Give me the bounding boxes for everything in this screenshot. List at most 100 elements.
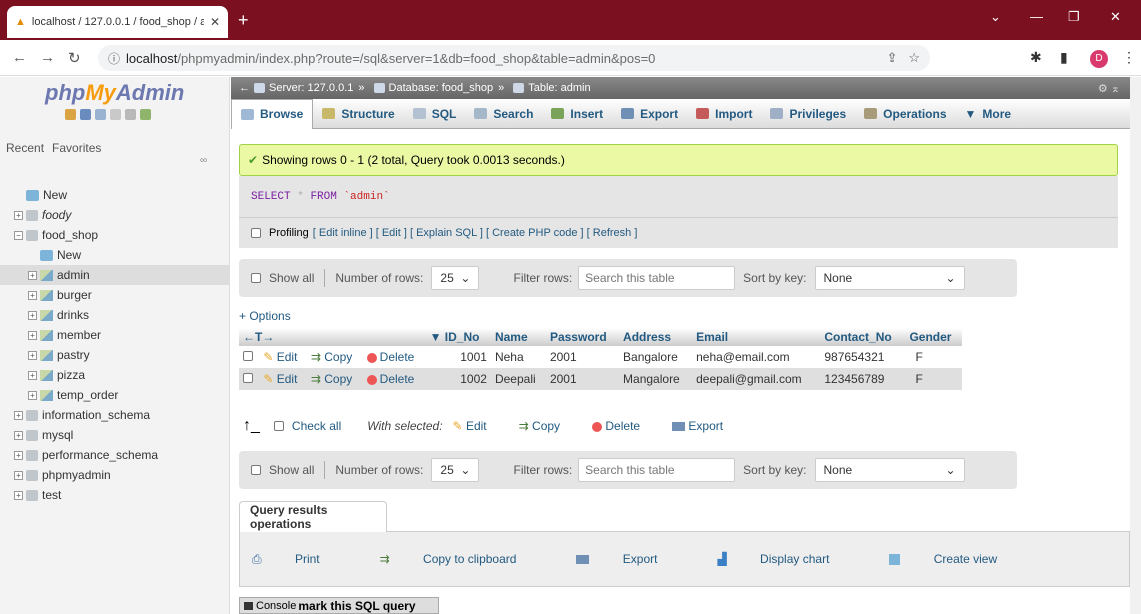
close-window-icon[interactable]: ✕ <box>1110 9 1121 25</box>
recent-tab[interactable]: Recent <box>6 141 44 155</box>
sort-select[interactable]: None ⌄ <box>814 266 965 290</box>
delete-link[interactable]: Delete <box>362 346 426 368</box>
header-name[interactable]: Name <box>490 328 546 346</box>
delete-link[interactable]: Delete <box>362 368 426 390</box>
sidebar-item[interactable]: + temp_order <box>0 385 230 405</box>
show-all-checkbox[interactable] <box>251 273 261 283</box>
favorites-tab[interactable]: Favorites <box>52 141 101 155</box>
cell-email[interactable]: deepali@gmail.com <box>692 368 821 390</box>
sidebar-item[interactable]: New <box>0 185 230 205</box>
tab-sql[interactable]: SQL <box>404 99 466 129</box>
check-all-checkbox[interactable] <box>273 421 284 431</box>
sidebar-item[interactable]: + information_schema <box>0 405 230 425</box>
minimize-icon[interactable]: — <box>1030 9 1043 24</box>
phpmyadmin-logo[interactable]: phpMyAdmin <box>45 80 184 106</box>
sidebar-item[interactable]: + pastry <box>0 345 230 365</box>
sort-select[interactable]: None ⌄ <box>814 458 965 482</box>
expand-icon[interactable]: + <box>28 350 37 360</box>
close-tab-icon[interactable]: ✕ <box>210 15 220 29</box>
expand-icon[interactable]: + <box>14 410 23 420</box>
sidebar-item[interactable]: + foody <box>0 205 230 225</box>
query-links[interactable]: [ Edit inline ] [ Edit ] [ Explain SQL ]… <box>313 227 638 239</box>
export-button[interactable]: Export <box>576 552 687 566</box>
link-icon[interactable]: ∞ <box>200 155 207 166</box>
edit-link[interactable]: ✎ Edit <box>259 368 307 390</box>
browser-tab[interactable]: ▲ localhost / 127.0.0.1 / food_shop / a … <box>7 6 228 38</box>
expand-icon[interactable]: + <box>14 430 23 440</box>
display-chart-button[interactable]: ▟ Display chart <box>717 552 859 566</box>
tab-import[interactable]: Import <box>687 99 761 129</box>
sidebar-item[interactable]: + test <box>0 485 230 505</box>
cell-name[interactable]: Deepali <box>490 368 546 390</box>
sidebar-item[interactable]: + phpmyadmin <box>0 465 230 485</box>
cell-address[interactable]: Mangalore <box>619 368 693 390</box>
filter-input[interactable]: Search this table <box>578 266 736 290</box>
site-info-icon[interactable]: ⓘ <box>108 50 120 67</box>
row-checkbox[interactable] <box>239 346 260 368</box>
bulk-edit-button[interactable]: ✎ Edit <box>453 419 487 433</box>
copy-clipboard-button[interactable]: ⇉ Copy to clipboard <box>380 552 547 566</box>
sidebar-item[interactable]: + performance_schema <box>0 445 230 465</box>
bulk-copy-button[interactable]: ⇉ Copy <box>519 419 560 433</box>
profile-avatar[interactable]: D <box>1090 50 1108 68</box>
expand-icon[interactable]: + <box>14 450 23 460</box>
cell-email[interactable]: neha@email.com <box>692 346 821 368</box>
cell-password[interactable]: 2001 <box>545 346 620 368</box>
tab-structure[interactable]: Structure <box>313 99 403 129</box>
expand-icon[interactable]: + <box>28 290 37 300</box>
sidebar-item[interactable]: New <box>0 245 230 265</box>
tab-search[interactable]: Search <box>465 99 542 129</box>
sidebar-item[interactable]: + pizza <box>0 365 230 385</box>
scrollbar[interactable] <box>1130 77 1141 614</box>
address-bar[interactable]: ⓘ localhost /phpmyadmin/index.php?route=… <box>98 45 930 71</box>
cell-gender[interactable]: F <box>905 346 962 368</box>
expand-icon[interactable]: + <box>28 270 37 280</box>
reload-icon[interactable]: ↻ <box>68 49 81 67</box>
cell-contact-no[interactable]: 123456789 <box>820 368 906 390</box>
new-tab-icon[interactable]: + <box>238 10 249 31</box>
console-bar[interactable]: Console mark this SQL query <box>239 597 439 614</box>
maximize-icon[interactable]: ❐ <box>1068 9 1080 25</box>
copy-link[interactable]: ⇉ Copy <box>306 368 363 390</box>
header-email[interactable]: Email <box>692 328 821 346</box>
check-all-label[interactable]: Check all <box>292 419 341 433</box>
cell-password[interactable]: 2001 <box>545 368 620 390</box>
sql-docs-icon[interactable] <box>110 109 121 120</box>
cell-name[interactable]: Neha <box>490 346 546 368</box>
rows-select[interactable]: 25 ⌄ <box>431 458 480 482</box>
docs-icon[interactable] <box>95 109 106 120</box>
profiling-checkbox[interactable] <box>251 228 261 238</box>
expand-icon[interactable]: + <box>14 490 23 500</box>
sidebar-item[interactable]: + member <box>0 325 230 345</box>
reload-nav-icon[interactable] <box>140 109 151 120</box>
expand-icon[interactable]: + <box>14 210 23 220</box>
header-gender[interactable]: Gender <box>905 328 962 346</box>
show-all-checkbox[interactable] <box>251 465 261 475</box>
sidebar-item[interactable]: − food_shop <box>0 225 230 245</box>
header-address[interactable]: Address <box>619 328 693 346</box>
back-icon[interactable]: ← <box>12 49 27 66</box>
sql-query-box[interactable]: SELECT * FROM `admin` <box>239 176 1118 218</box>
forward-icon[interactable]: → <box>40 49 55 66</box>
expand-icon[interactable]: + <box>28 330 37 340</box>
breadcrumb-table[interactable]: Table: admin <box>528 82 590 94</box>
breadcrumb-server[interactable]: Server: 127.0.0.1 <box>269 82 353 94</box>
expand-icon[interactable]: + <box>28 370 37 380</box>
share-icon[interactable]: ⇪ ☆ <box>887 50 920 66</box>
breadcrumb-database[interactable]: Database: food_shop <box>389 82 494 94</box>
tab-export[interactable]: Export <box>612 99 687 129</box>
tab-more[interactable]: ▼ More <box>956 99 1021 129</box>
row-checkbox[interactable] <box>239 368 260 390</box>
cell-contact-no[interactable]: 987654321 <box>820 346 906 368</box>
tab-insert[interactable]: Insert <box>542 99 612 129</box>
expand-icon[interactable]: + <box>28 390 37 400</box>
filter-input[interactable]: Search this table <box>578 458 736 482</box>
logout-icon[interactable] <box>80 109 91 120</box>
sidebar-item[interactable]: + drinks <box>0 305 230 325</box>
options-toggle[interactable]: + Options <box>239 309 291 323</box>
rows-select[interactable]: 25 ⌄ <box>431 266 480 290</box>
sidebar-item[interactable]: + burger <box>0 285 230 305</box>
cell-gender[interactable]: F <box>905 368 962 390</box>
tab-operations[interactable]: Operations <box>855 99 955 129</box>
cell-id-no[interactable]: 1002 <box>425 368 491 390</box>
